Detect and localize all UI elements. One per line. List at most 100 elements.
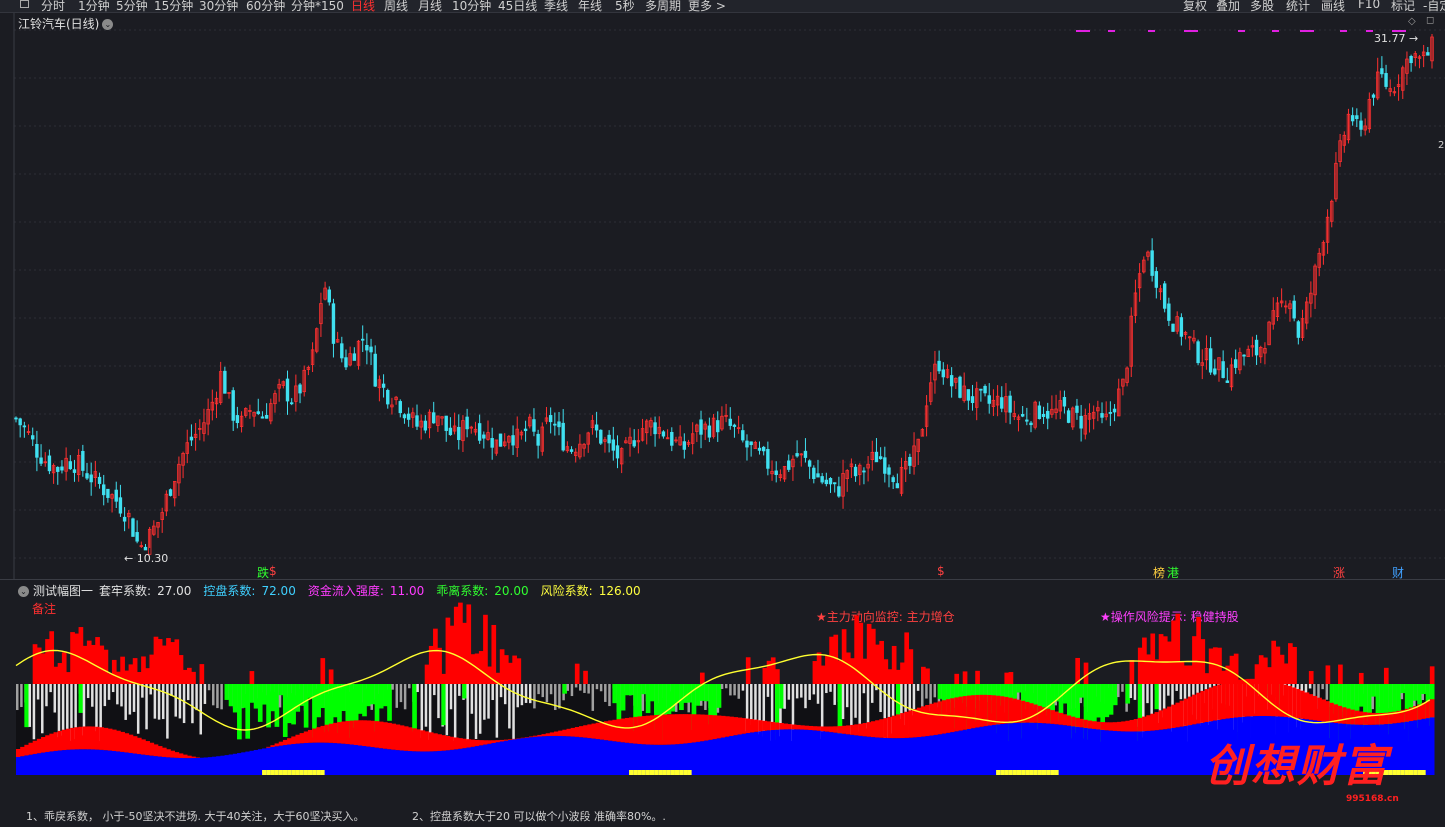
gray-bar	[595, 684, 599, 690]
blue-area-bar	[224, 755, 230, 775]
tool-button-5[interactable]: F10	[1358, 0, 1380, 11]
gray-bar	[1175, 684, 1178, 691]
tab-period-13[interactable]: 年线	[578, 0, 602, 12]
red-area-bar	[825, 726, 830, 732]
red-area-bar	[287, 738, 292, 745]
tab-period-9[interactable]: 月线	[418, 0, 442, 12]
tab-period-11[interactable]: 45日线	[498, 0, 537, 12]
red-bar	[1358, 672, 1364, 684]
red-area-bar	[549, 732, 555, 736]
tool-button-3[interactable]: 统计	[1286, 0, 1310, 12]
red-area-bar	[1121, 721, 1126, 732]
gray-bar	[1146, 684, 1149, 704]
red-area-bar	[1171, 704, 1176, 728]
red-area-bar	[383, 722, 388, 749]
green-bar	[303, 684, 309, 728]
tab-period-16[interactable]: 更多 >	[688, 0, 726, 12]
red-area-bar	[1421, 702, 1427, 719]
blue-area-bar	[362, 746, 367, 775]
gray-bar	[720, 684, 724, 689]
red-bar	[883, 659, 889, 684]
gray-bar	[107, 684, 111, 700]
gray-bar	[36, 684, 40, 700]
candle-body	[1233, 359, 1238, 368]
red-area-bar	[136, 737, 142, 755]
tab-period-3[interactable]: 15分钟	[154, 0, 193, 12]
red-bar	[132, 658, 138, 684]
tab-period-12[interactable]: 季线	[544, 0, 568, 12]
tab-period-2[interactable]: 5分钟	[116, 0, 148, 12]
red-area-bar	[524, 737, 530, 738]
blue-area-bar	[925, 736, 930, 775]
red-bar	[1233, 653, 1239, 684]
gray-bar	[741, 684, 745, 691]
green-bar	[937, 684, 943, 699]
yellow-base-bar	[266, 770, 271, 775]
blue-area-bar	[1016, 722, 1022, 775]
red-area-bar	[441, 735, 447, 751]
tool-button-0[interactable]: 复权	[1183, 0, 1207, 12]
tab-period-5[interactable]: 60分钟	[246, 0, 285, 12]
green-bar	[1096, 684, 1101, 718]
red-area-bar	[1225, 682, 1231, 719]
candle-body	[749, 441, 753, 446]
red-bar	[1004, 672, 1010, 684]
red-area-bar	[708, 714, 713, 740]
candle-body	[72, 469, 77, 473]
candle-body	[327, 289, 331, 303]
gray-bar	[750, 684, 753, 726]
blue-area-bar	[879, 737, 884, 775]
red-bar	[1171, 620, 1176, 684]
gray-bar	[599, 684, 603, 692]
red-bar	[136, 672, 142, 684]
green-bar	[1154, 684, 1160, 710]
red-bar	[49, 631, 55, 684]
gray-bar	[845, 684, 849, 708]
red-bar	[95, 637, 100, 684]
candle-body	[511, 435, 515, 446]
blue-area-bar	[908, 737, 914, 775]
tool-button-7[interactable]: -自定	[1423, 0, 1445, 12]
tool-button-2[interactable]: 多股	[1250, 0, 1274, 12]
candle-body	[352, 353, 357, 361]
menu-icon[interactable]	[20, 0, 29, 8]
blue-area-bar	[921, 736, 926, 775]
red-area-bar	[166, 749, 171, 758]
tab-period-6[interactable]: 分钟*150	[291, 0, 344, 12]
blue-area-bar	[395, 750, 401, 775]
candlestick-chart[interactable]	[0, 13, 1445, 580]
tab-period-1[interactable]: 1分钟	[78, 0, 110, 12]
tab-period-8[interactable]: 周线	[384, 0, 408, 12]
gray-bar	[186, 684, 190, 701]
candle-body	[1292, 300, 1296, 319]
tab-period-10[interactable]: 10分钟	[452, 0, 491, 12]
green-bar	[291, 684, 296, 725]
tool-button-4[interactable]: 画线	[1321, 0, 1345, 12]
green-bar	[345, 684, 351, 723]
blue-area-bar	[1000, 723, 1005, 775]
event-tag-dollar-1[interactable]: $	[269, 564, 277, 578]
event-tag-dollar-2[interactable]: $	[937, 564, 945, 578]
blue-area-bar	[816, 730, 822, 775]
red-area-bar	[478, 740, 484, 746]
blue-area-bar	[541, 736, 547, 775]
red-bar	[908, 649, 914, 684]
green-bar	[629, 684, 634, 696]
tab-period-14[interactable]: 5秒	[615, 0, 635, 12]
tool-button-1[interactable]: 叠加	[1216, 0, 1240, 12]
candle-body	[1426, 52, 1430, 56]
red-area-bar	[299, 733, 305, 744]
tab-period-4[interactable]: 30分钟	[199, 0, 238, 12]
blue-area-bar	[1025, 722, 1030, 775]
red-bar	[32, 644, 38, 684]
tool-button-6[interactable]: 标记	[1391, 0, 1415, 12]
tab-period-15[interactable]: 多周期	[645, 0, 681, 12]
red-area-bar	[95, 726, 100, 750]
tab-period-0[interactable]: 分时	[41, 0, 65, 12]
red-area-bar	[729, 716, 734, 736]
red-bar	[470, 654, 476, 684]
blue-area-bar	[1029, 722, 1035, 775]
blue-area-bar	[149, 755, 155, 775]
tab-period-7[interactable]: 日线	[351, 0, 375, 12]
candle-body	[670, 431, 674, 446]
